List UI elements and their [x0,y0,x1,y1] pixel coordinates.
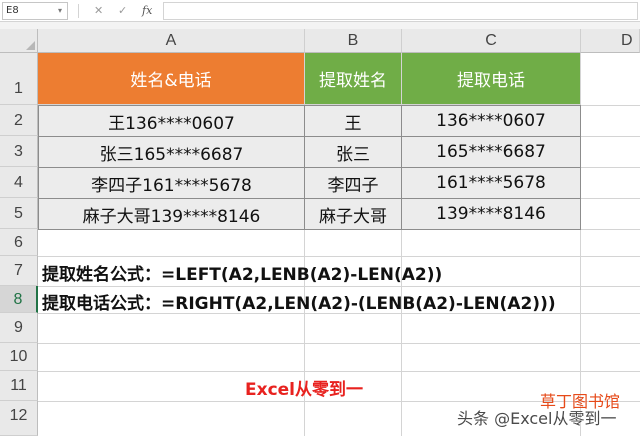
header-cell-extract-phone[interactable]: 提取电话 [402,53,581,105]
table-cell[interactable]: 麻子大哥 [304,198,402,230]
row-header-6[interactable]: 6 [0,229,38,256]
table-cell[interactable]: 王136****0607 [38,105,305,137]
gridline [38,343,640,344]
gridline [581,105,640,106]
row-header-10[interactable]: 10 [0,343,38,371]
select-all-triangle-icon [26,41,35,50]
table-cell[interactable]: 麻子大哥139****8146 [38,198,305,230]
table-cell[interactable]: 李四子 [304,167,402,199]
row-header-12[interactable]: 12 [0,401,38,436]
table-cell[interactable]: 165****6687 [401,136,581,168]
table-cell[interactable]: 李四子161****5678 [38,167,305,199]
column-header-d[interactable]: D [581,29,640,53]
insert-function-icon[interactable]: fx [142,2,152,20]
table-cell[interactable]: 139****8146 [401,198,581,230]
gridline [581,167,640,168]
row-header-3[interactable]: 3 [0,136,38,167]
name-formula-text[interactable]: 提取姓名公式：=LEFT(A2,LENB(A2)-LEN(A2)) [42,260,442,285]
row-header-8[interactable]: 8 [0,286,38,313]
chevron-down-icon[interactable]: ▾ [58,3,62,19]
watermark-title: Excel从零到一 [245,380,364,400]
phone-formula-text[interactable]: 提取电话公式：=RIGHT(A2,LEN(A2)-(LENB(A2)-LEN(A… [42,289,556,314]
row-header-5[interactable]: 5 [0,198,38,229]
table-cell[interactable]: 136****0607 [401,105,581,137]
column-header-a[interactable]: A [38,29,305,53]
row-header-1[interactable]: 1 [0,53,38,105]
gridline [38,256,640,257]
watermark-author: 头条 @Excel从零到一 [457,409,617,428]
header-cell-name-phone[interactable]: 姓名&电话 [38,53,305,105]
row-header-11[interactable]: 11 [0,371,38,401]
gridline [38,371,640,372]
enter-icon[interactable]: ✓ [118,2,127,20]
column-header-c[interactable]: C [402,29,581,53]
gridline [38,286,640,287]
gridline [581,229,640,230]
row-header-2[interactable]: 2 [0,105,38,136]
column-header-b[interactable]: B [305,29,402,53]
table-cell[interactable]: 161****5678 [401,167,581,199]
row-header-9[interactable]: 9 [0,313,38,343]
row-header-7[interactable]: 7 [0,256,38,286]
gridline [581,198,640,199]
table-cell[interactable]: 张三 [304,136,402,168]
cancel-icon[interactable]: ✕ [94,2,103,20]
table-cell[interactable]: 王 [304,105,402,137]
row-header-4[interactable]: 4 [0,167,38,198]
formula-input[interactable] [163,2,638,20]
table-cell[interactable]: 张三165****6687 [38,136,305,168]
gridline [581,136,640,137]
divider [78,4,79,18]
toolbar-gap [0,22,640,29]
header-cell-extract-name[interactable]: 提取姓名 [305,53,402,105]
